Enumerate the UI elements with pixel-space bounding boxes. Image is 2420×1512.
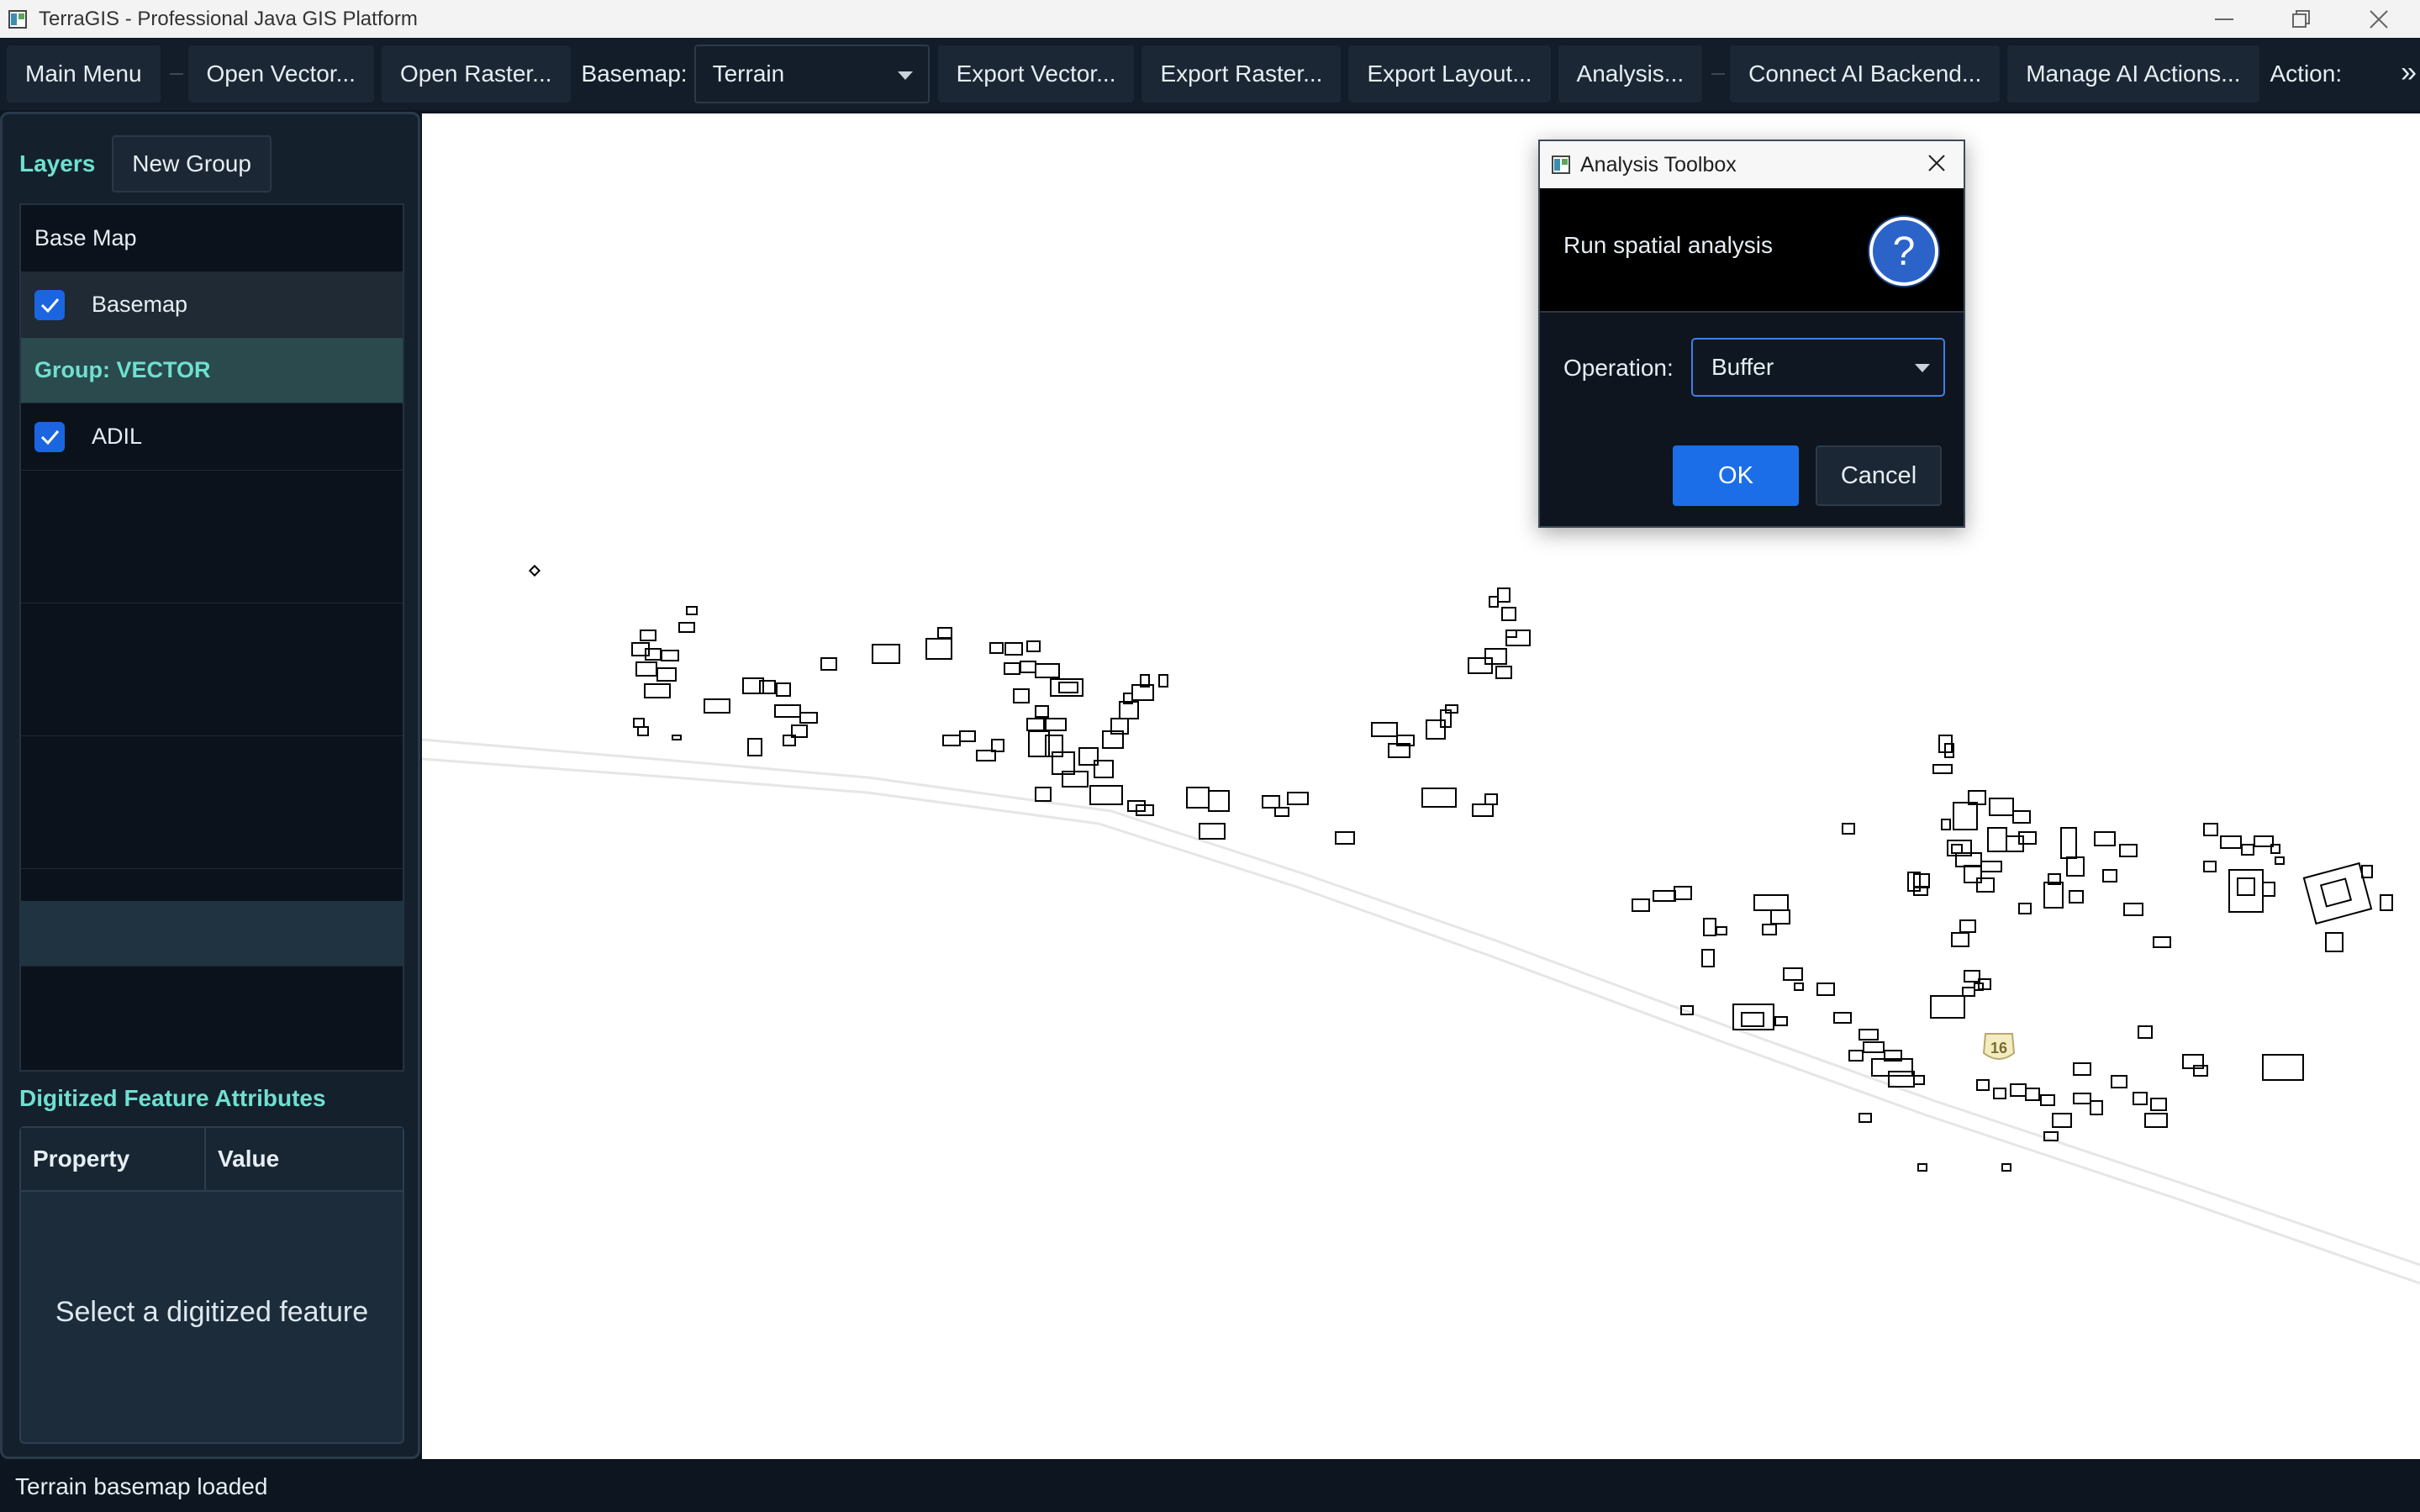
close-window-button[interactable] xyxy=(2340,0,2417,38)
export-vector-button[interactable]: Export Vector... xyxy=(937,45,1135,103)
dialog-title-bar[interactable]: Analysis Toolbox xyxy=(1540,141,1964,188)
minimize-button[interactable] xyxy=(2185,0,2263,38)
layer-label: ADIL xyxy=(92,424,143,449)
window-title: TerraGIS - Professional Java GIS Platfor… xyxy=(39,7,418,30)
title-bar: TerraGIS - Professional Java GIS Platfor… xyxy=(0,0,2420,38)
dialog-header: Run spatial analysis ? xyxy=(1540,188,1964,313)
main-menu-button[interactable]: Main Menu xyxy=(7,45,161,103)
toolbar-separator xyxy=(1711,73,1726,75)
attributes-empty-message: Select a digitized feature xyxy=(55,1296,369,1328)
basemap-select-value: Terrain xyxy=(712,61,785,87)
open-vector-button[interactable]: Open Vector... xyxy=(187,45,374,103)
layer-group-base-map[interactable]: Base Map xyxy=(21,205,403,272)
close-icon xyxy=(1928,155,1945,171)
cancel-button[interactable]: Cancel xyxy=(1816,445,1942,506)
map-features[interactable]: 16 xyxy=(422,113,2420,1459)
new-group-button[interactable]: New Group xyxy=(112,135,272,192)
restore-button[interactable] xyxy=(2263,0,2340,38)
manage-ai-actions-button[interactable]: Manage AI Actions... xyxy=(2007,45,2259,103)
layer-item-basemap[interactable]: Basemap xyxy=(21,272,403,338)
road-shield-label: 16 xyxy=(1990,1040,2007,1056)
road-line xyxy=(422,738,2420,1285)
checkmark-icon xyxy=(40,429,60,445)
layer-group-label: Group: VECTOR xyxy=(34,357,211,382)
column-header-value[interactable]: Value xyxy=(206,1128,279,1190)
layer-tree[interactable]: Base Map Basemap Group: VECTOR ADIL xyxy=(19,203,404,1072)
restore-icon xyxy=(2292,9,2310,28)
layer-group-vector[interactable]: Group: VECTOR xyxy=(21,338,403,403)
empty-tree-row xyxy=(21,603,403,736)
empty-tree-row xyxy=(21,471,403,603)
analysis-toolbox-dialog: Analysis Toolbox Run spatial analysis ? … xyxy=(1538,140,1965,528)
main-toolbar: Main Menu Open Vector... Open Raster... … xyxy=(0,38,2420,110)
layer-visibility-checkbox[interactable] xyxy=(34,421,65,452)
operation-select-value: Buffer xyxy=(1711,354,1774,380)
layer-label: Basemap xyxy=(92,292,188,317)
empty-tree-row xyxy=(21,736,403,869)
layer-group-label: Base Map xyxy=(34,225,137,250)
help-question-icon: ? xyxy=(1869,217,1938,286)
checkmark-icon xyxy=(40,298,60,313)
building-footprints xyxy=(528,564,2393,1172)
toolbar-separator xyxy=(169,73,183,75)
chevron-down-icon xyxy=(1915,364,1930,372)
layers-panel: Layers New Group Base Map Basemap Group:… xyxy=(0,112,420,1459)
export-layout-button[interactable]: Export Layout... xyxy=(1348,45,1551,103)
layer-visibility-checkbox[interactable] xyxy=(34,289,65,320)
open-raster-button[interactable]: Open Raster... xyxy=(381,45,571,103)
attributes-title: Digitized Feature Attributes xyxy=(19,1085,326,1111)
toolbar-overflow-button[interactable]: » xyxy=(2401,56,2417,89)
dialog-message: Run spatial analysis xyxy=(1563,232,1774,258)
chevron-down-icon xyxy=(897,71,913,80)
analysis-button[interactable]: Analysis... xyxy=(1558,45,1703,103)
map-canvas[interactable]: 16 xyxy=(422,113,2420,1459)
export-raster-button[interactable]: Export Raster... xyxy=(1141,45,1342,103)
layer-item-adil[interactable]: ADIL xyxy=(21,403,403,471)
operation-select[interactable]: Buffer xyxy=(1691,338,1945,397)
basemap-select[interactable]: Terrain xyxy=(693,45,930,103)
dialog-close-button[interactable] xyxy=(1927,153,1947,179)
close-icon xyxy=(2370,9,2388,29)
column-header-property[interactable]: Property xyxy=(21,1128,206,1190)
app-icon xyxy=(7,8,29,30)
minimize-icon xyxy=(2215,18,2233,20)
basemap-label: Basemap: xyxy=(581,61,688,87)
status-bar: Terrain basemap loaded xyxy=(0,1461,2420,1512)
operation-label: Operation: xyxy=(1563,355,1674,381)
app-icon xyxy=(1550,154,1572,176)
connect-ai-backend-button[interactable]: Connect AI Backend... xyxy=(1730,45,2001,103)
status-text: Terrain basemap loaded xyxy=(15,1472,268,1499)
empty-tree-row xyxy=(21,901,403,967)
attributes-table[interactable]: Property Value Select a digitized featur… xyxy=(19,1126,404,1444)
ok-button[interactable]: OK xyxy=(1673,445,1799,506)
dialog-title: Analysis Toolbox xyxy=(1580,152,1737,176)
action-label: Action: xyxy=(2270,61,2343,87)
layers-title: Layers xyxy=(19,150,96,176)
